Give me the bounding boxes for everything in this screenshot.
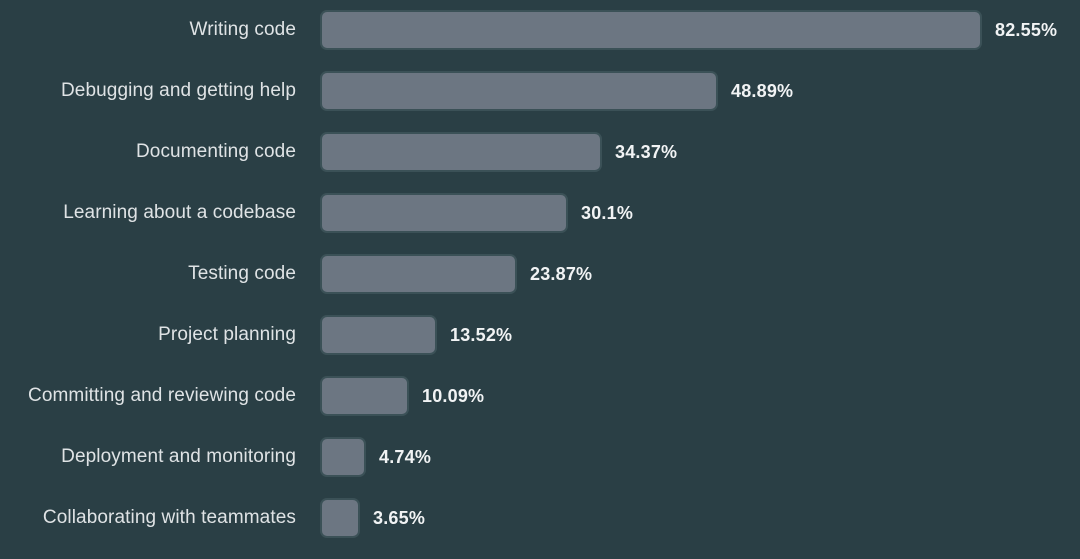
bar-row[interactable]: Deployment and monitoring 4.74% xyxy=(0,437,1080,498)
bar-fill[interactable] xyxy=(320,498,360,538)
bar-fill[interactable] xyxy=(320,315,437,355)
bar-row[interactable]: Documenting code 34.37% xyxy=(0,132,1080,193)
bar-track: 3.65% xyxy=(320,498,1080,538)
bar-value-label: 13.52% xyxy=(450,325,513,345)
bar-value-label: 34.37% xyxy=(615,142,678,162)
bar-fill[interactable] xyxy=(320,437,366,477)
bar-track: 82.55% xyxy=(320,10,1080,50)
bar-value-label: 3.65% xyxy=(373,508,426,528)
bar-value-label: 4.74% xyxy=(379,447,432,467)
bar-track: 34.37% xyxy=(320,132,1080,172)
bar-category-label: Debugging and getting help xyxy=(60,80,296,101)
bar-fill[interactable] xyxy=(320,132,602,172)
bar-value-label: 82.55% xyxy=(995,20,1058,40)
bar-row[interactable]: Writing code 82.55% xyxy=(0,10,1080,71)
bar-row[interactable]: Committing and reviewing code 10.09% xyxy=(0,376,1080,437)
bar-fill[interactable] xyxy=(320,254,517,294)
bar-category-label: Project planning xyxy=(158,324,296,345)
bar-category-label: Testing code xyxy=(188,263,296,284)
bar-row[interactable]: Debugging and getting help 48.89% xyxy=(0,71,1080,132)
bar-category-label: Collaborating with teammates xyxy=(42,507,296,528)
bar-fill[interactable] xyxy=(320,10,982,50)
bar-fill[interactable] xyxy=(320,71,718,111)
bar-category-label: Documenting code xyxy=(135,141,296,162)
bar-value-label: 30.1% xyxy=(581,203,634,223)
bar-category-label: Deployment and monitoring xyxy=(61,446,296,467)
bar-track: 48.89% xyxy=(320,71,1080,111)
bar-track: 10.09% xyxy=(320,376,1080,416)
bar-fill[interactable] xyxy=(320,376,409,416)
bar-row[interactable]: Collaborating with teammates 3.65% xyxy=(0,498,1080,559)
bar-value-label: 10.09% xyxy=(422,386,485,406)
bar-category-label: Learning about a codebase xyxy=(63,202,296,223)
bar-row[interactable]: Project planning 13.52% xyxy=(0,315,1080,376)
bar-track: 13.52% xyxy=(320,315,1080,355)
bar-category-label: Writing code xyxy=(189,19,296,40)
bar-track: 30.1% xyxy=(320,193,1080,233)
bar-track: 4.74% xyxy=(320,437,1080,477)
bar-value-label: 23.87% xyxy=(530,264,593,284)
bar-value-label: 48.89% xyxy=(731,81,794,101)
bar-track: 23.87% xyxy=(320,254,1080,294)
bar-rows: Writing code 82.55% Debugging and gettin… xyxy=(0,0,1080,553)
bar-row[interactable]: Learning about a codebase 30.1% xyxy=(0,193,1080,254)
bar-row[interactable]: Testing code 23.87% xyxy=(0,254,1080,315)
bar-category-label: Committing and reviewing code xyxy=(28,385,296,406)
bar-fill[interactable] xyxy=(320,193,568,233)
bar-chart: Writing code 82.55% Debugging and gettin… xyxy=(0,0,1080,553)
